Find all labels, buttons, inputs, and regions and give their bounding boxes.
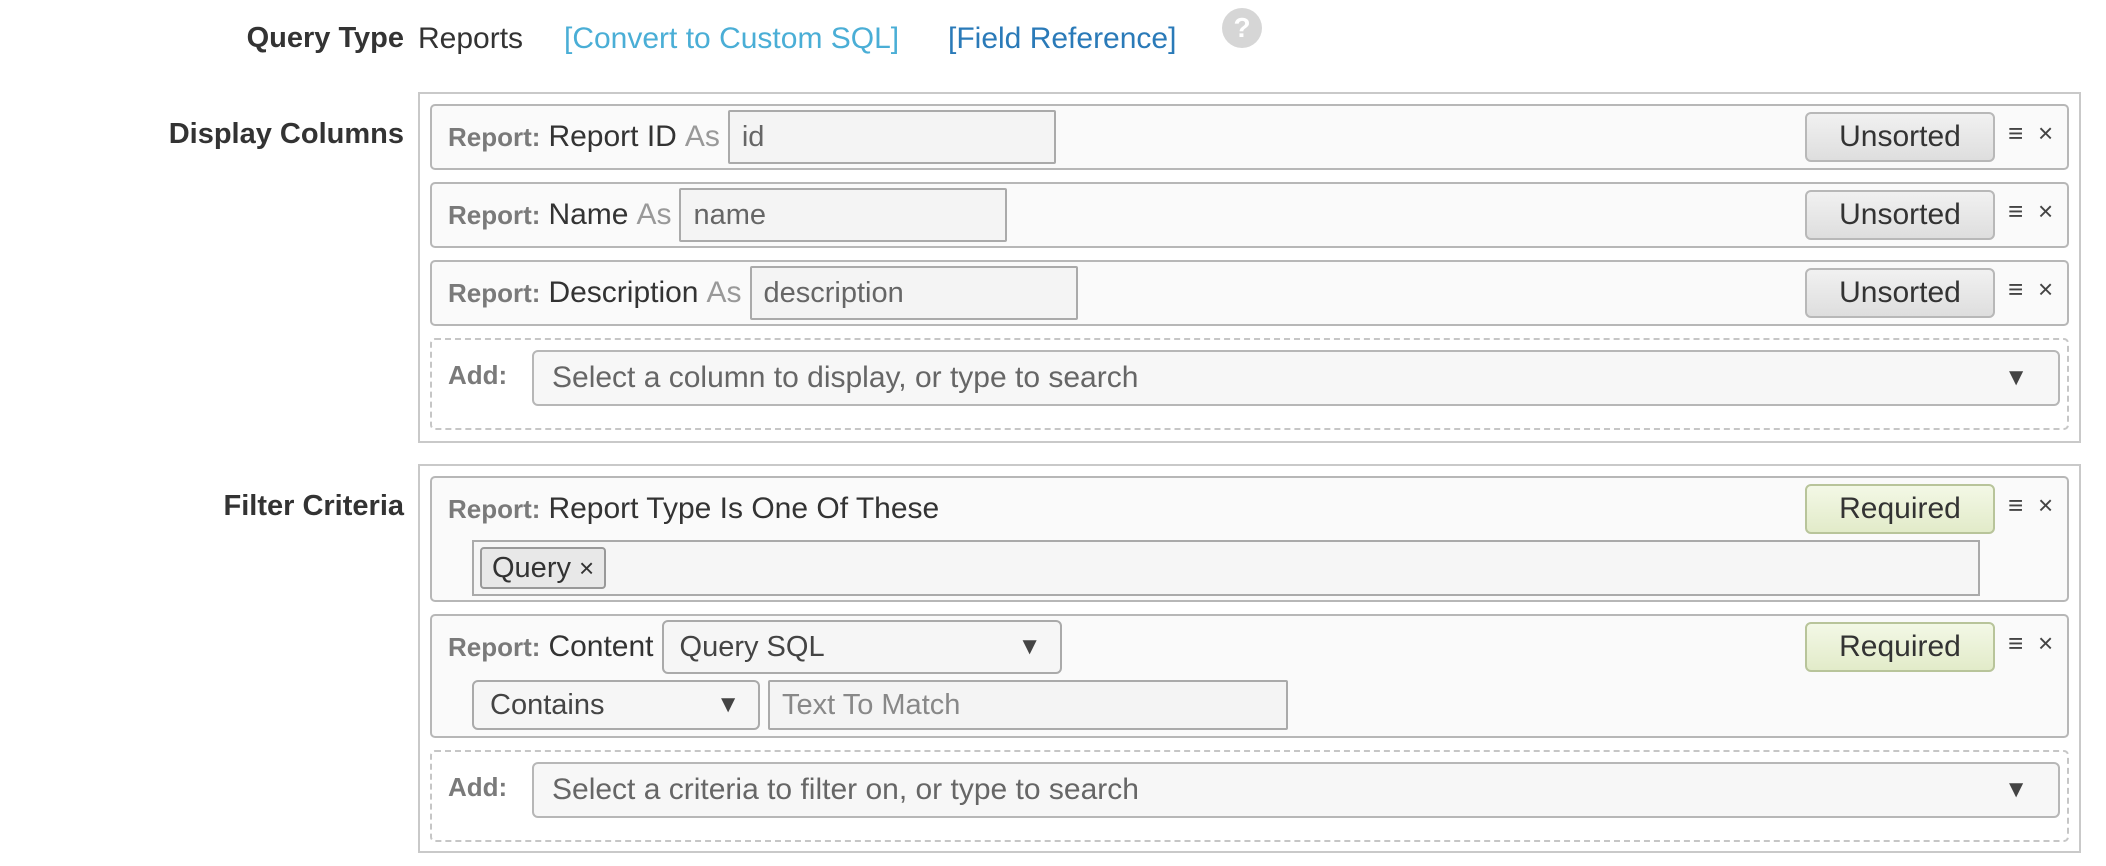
remove-icon[interactable]: × bbox=[2038, 274, 2053, 305]
filter-criteria-row: Report: Report Type Is One Of These Requ… bbox=[430, 476, 2069, 602]
required-button[interactable]: Required bbox=[1805, 484, 1995, 534]
filter-criteria-label-wrap: Filter Criteria bbox=[0, 490, 405, 523]
criteria-field: Content bbox=[548, 630, 654, 663]
display-columns-label: Display Columns bbox=[168, 118, 404, 150]
add-column-placeholder: Select a column to display, or type to s… bbox=[552, 361, 1139, 394]
row-prefix: Report: bbox=[448, 121, 541, 152]
as-label: As bbox=[636, 198, 672, 231]
chevron-down-icon: ▼ bbox=[716, 691, 740, 718]
alias-input[interactable]: name bbox=[679, 188, 1008, 242]
query-type-label-wrap: Query Type bbox=[0, 22, 404, 55]
add-label: Add: bbox=[448, 360, 508, 390]
add-criteria-select[interactable]: Select a criteria to filter on, or type … bbox=[532, 762, 2060, 818]
field-reference-link[interactable]: [Field Reference] bbox=[948, 22, 1176, 56]
tag-label: Query bbox=[492, 551, 571, 584]
sort-button[interactable]: Unsorted bbox=[1805, 268, 1995, 318]
add-column-row: Add: Select a column to display, or type… bbox=[430, 338, 2069, 430]
row-prefix: Report: bbox=[448, 199, 541, 230]
remove-icon[interactable]: × bbox=[2038, 118, 2053, 149]
row-prefix: Report: bbox=[448, 493, 541, 524]
row-prefix: Report: bbox=[448, 277, 541, 308]
filter-criteria-label: Filter Criteria bbox=[223, 490, 405, 522]
add-criteria-row: Add: Select a criteria to filter on, or … bbox=[430, 750, 2069, 842]
content-field-value: Query SQL bbox=[679, 630, 825, 663]
query-type-value: Reports bbox=[418, 22, 524, 55]
add-column-select[interactable]: Select a column to display, or type to s… bbox=[532, 350, 2060, 406]
display-columns-label-wrap: Display Columns bbox=[0, 118, 404, 151]
add-criteria-placeholder: Select a criteria to filter on, or type … bbox=[552, 773, 1139, 806]
column-field-name: Name bbox=[548, 198, 629, 231]
add-label: Add: bbox=[448, 772, 508, 802]
chevron-down-icon: ▼ bbox=[1017, 633, 1042, 660]
display-column-row: Report: Description As description Unsor… bbox=[430, 260, 2069, 326]
tag-chip: Query × bbox=[480, 547, 607, 589]
query-type-label: Query Type bbox=[246, 22, 404, 54]
row-prefix: Report: bbox=[448, 631, 541, 662]
text-to-match-input[interactable]: Text To Match bbox=[768, 680, 1288, 730]
remove-icon[interactable]: × bbox=[2038, 196, 2053, 227]
operator-select[interactable]: Contains ▼ bbox=[472, 680, 760, 730]
alias-input[interactable]: id bbox=[727, 110, 1056, 164]
chevron-down-icon: ▼ bbox=[2004, 776, 2028, 803]
as-label: As bbox=[684, 120, 720, 153]
remove-icon[interactable]: × bbox=[2038, 628, 2053, 659]
required-button[interactable]: Required bbox=[1805, 622, 1995, 672]
tag-remove-icon[interactable]: × bbox=[579, 553, 594, 584]
drag-handle-icon[interactable]: ≡ bbox=[2008, 274, 2023, 305]
help-icon[interactable]: ? bbox=[1222, 8, 1262, 48]
display-column-row: Report: Report ID As id Unsorted ≡ × bbox=[430, 104, 2069, 170]
tag-input[interactable]: Query × bbox=[472, 540, 1980, 596]
drag-handle-icon[interactable]: ≡ bbox=[2008, 490, 2023, 521]
chevron-down-icon: ▼ bbox=[2004, 364, 2028, 391]
as-label: As bbox=[706, 276, 742, 309]
filter-criteria-row: Report: Content Query SQL ▼ Required ≡ ×… bbox=[430, 614, 2069, 738]
remove-icon[interactable]: × bbox=[2038, 490, 2053, 521]
column-field-name: Description bbox=[548, 276, 699, 309]
drag-handle-icon[interactable]: ≡ bbox=[2008, 628, 2023, 659]
column-field-name: Report ID bbox=[548, 120, 677, 153]
sort-button[interactable]: Unsorted bbox=[1805, 190, 1995, 240]
drag-handle-icon[interactable]: ≡ bbox=[2008, 196, 2023, 227]
convert-to-custom-sql-link[interactable]: [Convert to Custom SQL] bbox=[564, 22, 899, 56]
drag-handle-icon[interactable]: ≡ bbox=[2008, 118, 2023, 149]
display-column-row: Report: Name As name Unsorted ≡ × bbox=[430, 182, 2069, 248]
operator-value: Contains bbox=[490, 688, 605, 721]
alias-input[interactable]: description bbox=[749, 266, 1078, 320]
criteria-text: Report Type Is One Of These bbox=[548, 492, 940, 525]
sort-button[interactable]: Unsorted bbox=[1805, 112, 1995, 162]
content-field-select[interactable]: Query SQL ▼ bbox=[661, 620, 1062, 674]
